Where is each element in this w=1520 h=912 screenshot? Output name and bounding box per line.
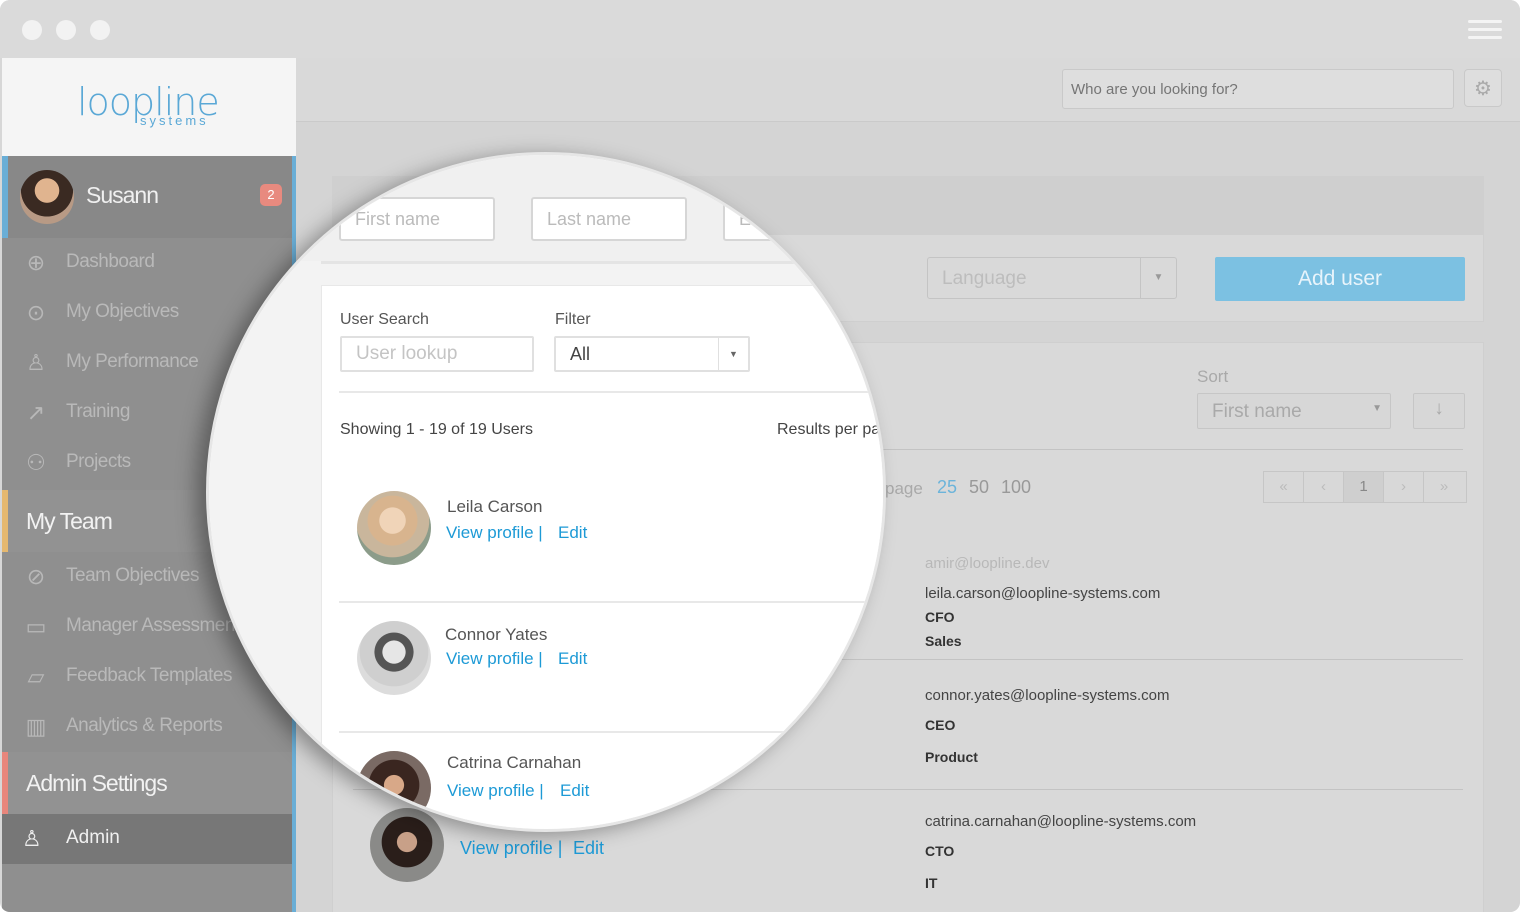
chevron-down-icon: ▼: [718, 338, 748, 370]
folder-icon: ▱: [27, 664, 45, 689]
user-search-input[interactable]: User lookup: [340, 336, 534, 372]
user-dept: IT: [925, 875, 938, 891]
view-profile-link[interactable]: View profile |: [447, 781, 544, 801]
chevron-down-icon: ▼: [1372, 403, 1382, 414]
sidebar-item-label: Training: [66, 401, 130, 422]
compass-icon: ⊘: [26, 564, 46, 589]
search-input[interactable]: [1062, 69, 1454, 109]
faded-email: amir@loopline.dev: [925, 555, 1050, 572]
chat-icon: ▭: [25, 614, 47, 639]
user-email: catrina.carnahan@loopline-systems.com: [925, 813, 1197, 830]
top-bar: ⚙: [296, 58, 1520, 122]
user-role: CTO: [925, 843, 955, 859]
person-icon: ♙: [26, 350, 46, 375]
sort-label: Sort: [1197, 367, 1229, 386]
pager-last[interactable]: »: [1424, 472, 1464, 502]
gear-icon[interactable]: ⚙: [1464, 69, 1502, 107]
rpp-option-50[interactable]: 50: [969, 477, 989, 498]
sort-select[interactable]: First name ▼: [1197, 393, 1391, 429]
filter-select[interactable]: All ▼: [554, 336, 750, 372]
last-name-field[interactable]: Last name: [531, 197, 687, 241]
window-minimize-dot[interactable]: [56, 20, 76, 40]
browser-window: loopline systems Susann 2 ⊕ Dashboard ⊙ …: [0, 0, 1520, 912]
sidebar-item-label: Projects: [66, 451, 131, 472]
view-profile-link[interactable]: View profile |: [460, 838, 562, 859]
sort-direction-button[interactable]: ↓: [1413, 393, 1465, 429]
hamburger-menu-icon[interactable]: [1468, 20, 1502, 40]
language-select[interactable]: Language ▼: [927, 257, 1177, 299]
window-maximize-dot[interactable]: [90, 20, 110, 40]
arrow-up-right-icon: ↗: [26, 400, 46, 425]
pager-next[interactable]: ›: [1384, 472, 1424, 502]
email-field[interactable]: Email address: [723, 197, 879, 241]
user-search-label: User Search: [340, 311, 429, 328]
avatar: [20, 170, 74, 224]
sidebar-item-label: Team Objectives: [66, 565, 199, 586]
user-email: connor.yates@loopline-systems.com: [925, 687, 1170, 704]
bar-chart-icon: ▥: [25, 714, 47, 739]
edit-link[interactable]: Edit: [558, 649, 587, 669]
section-label: Admin Settings: [26, 770, 168, 796]
results-per-page-label: Results per page: [777, 421, 886, 438]
user-role: CFO: [925, 609, 955, 625]
edit-link[interactable]: Edit: [573, 838, 604, 859]
showing-count: Showing 1 - 19 of 19 Users: [340, 421, 533, 438]
sidebar-item-label: Analytics & Reports: [66, 715, 223, 736]
user-name: Connor Yates: [445, 625, 548, 644]
filter-label: Filter: [555, 311, 591, 328]
sidebar-item-label: Dashboard: [66, 251, 155, 272]
logo-subtitle: systems: [140, 113, 209, 128]
add-user-button[interactable]: Add user: [1215, 257, 1465, 301]
divider: [321, 261, 883, 264]
user-email: leila.carson@loopline-systems.com: [925, 585, 1161, 602]
lens-content: A First name Last name Email address Use…: [209, 155, 886, 829]
user-dept: Product: [925, 749, 978, 765]
sidebar-item-label: Admin: [66, 827, 120, 848]
divider: [339, 731, 879, 733]
user-name: Leila Carson: [447, 497, 543, 516]
edit-link[interactable]: Edit: [558, 523, 587, 543]
logo-area: loopline systems: [2, 58, 296, 156]
sort-select-value: First name: [1212, 401, 1302, 422]
arrow-down-icon: ↓: [1434, 398, 1444, 419]
pager-page-1[interactable]: 1: [1344, 472, 1384, 502]
window-close-dot[interactable]: [22, 20, 42, 40]
magnifier-lens: A First name Last name Email address Use…: [206, 152, 886, 832]
rpp-option-100[interactable]: 100: [1001, 477, 1031, 498]
divider: [339, 391, 879, 393]
avatar: [357, 751, 431, 825]
chevron-down-icon: ▼: [1140, 258, 1176, 298]
user-dept: Sales: [925, 633, 962, 649]
person-icon: ♙: [22, 826, 42, 851]
language-select-value: Language: [942, 268, 1027, 289]
globe-icon: ⊕: [26, 250, 46, 275]
pagination: « ‹ 1 › »: [1263, 471, 1467, 503]
view-profile-link[interactable]: View profile |: [446, 523, 543, 543]
avatar: [357, 491, 431, 565]
title-bar: [0, 0, 1520, 58]
group-icon: ⚇: [26, 450, 46, 475]
view-profile-link[interactable]: View profile |: [446, 649, 543, 669]
pager-first[interactable]: «: [1264, 472, 1304, 502]
filter-select-value: All: [570, 344, 591, 364]
pager-prev[interactable]: ‹: [1304, 472, 1344, 502]
sidebar-item-label: My Performance: [66, 351, 199, 372]
sidebar-item-label: My Objectives: [66, 301, 179, 322]
user-name: Catrina Carnahan: [447, 753, 582, 772]
target-icon: ⊙: [26, 300, 46, 325]
user-role: CEO: [925, 717, 956, 733]
section-label: My Team: [26, 508, 113, 534]
avatar: [357, 621, 431, 695]
user-name: Susann: [86, 182, 159, 208]
sidebar-item-label: Feedback Templates: [66, 665, 232, 686]
divider: [339, 601, 879, 603]
edit-link[interactable]: Edit: [560, 781, 589, 801]
results-per-page-bg: page: [885, 479, 923, 498]
rpp-option-25[interactable]: 25: [937, 477, 957, 498]
first-name-field[interactable]: First name: [339, 197, 495, 241]
